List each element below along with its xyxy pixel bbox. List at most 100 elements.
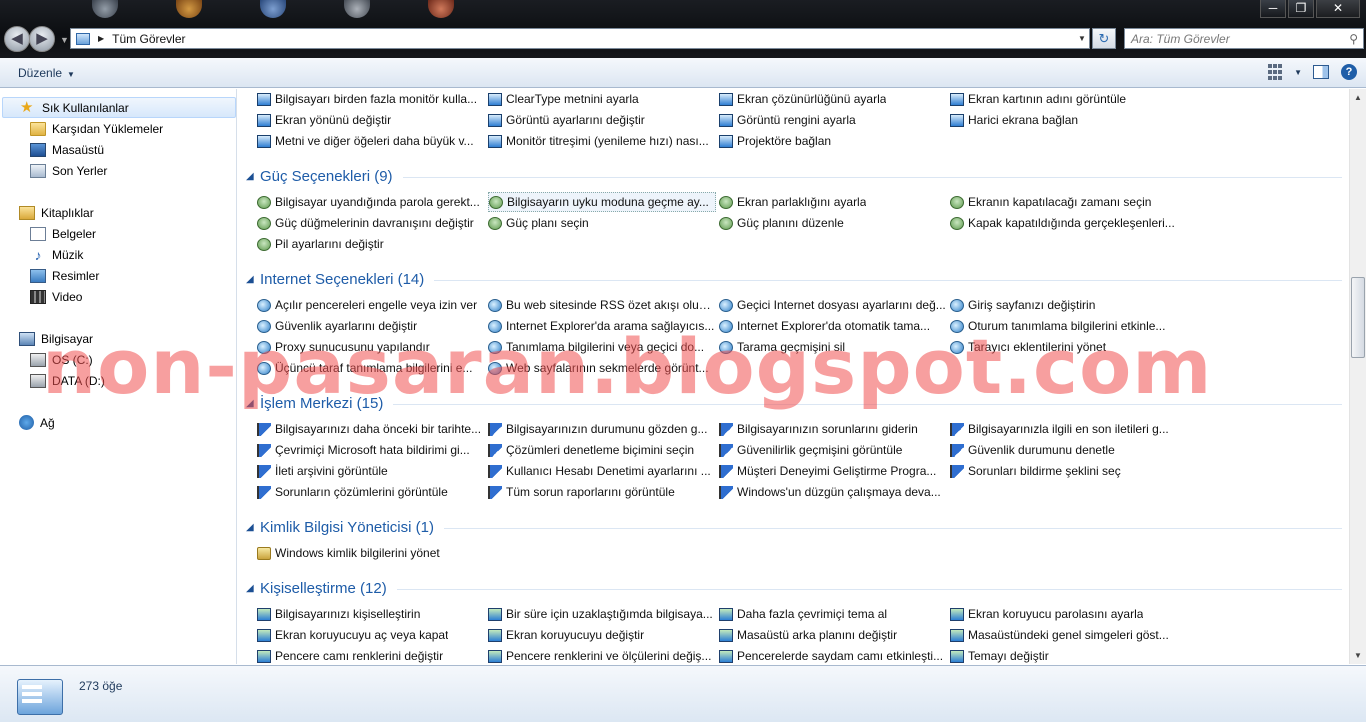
task-item[interactable]: Ekran koruyucuyu aç veya kapat [257,625,485,645]
nav-item-downloads[interactable]: Karşıdan Yüklemeler [30,118,163,139]
task-item[interactable]: Web sayfalarının sekmelerde görünt... [488,358,716,378]
group-header[interactable]: ◢ Internet Seçenekleri (14) [246,268,1342,290]
scroll-down-icon[interactable]: ▼ [1350,647,1366,664]
task-item[interactable]: Masaüstü arka planını değiştir [719,625,947,645]
task-item[interactable]: Ekran çözünürlüğünü ayarla [719,89,947,109]
task-item[interactable]: Ekran parlaklığını ayarla [719,192,947,212]
breadcrumb-arrow-icon[interactable]: ▶ [98,34,104,43]
task-item[interactable]: Harici ekrana bağlan [950,110,1178,130]
nav-item-desktop[interactable]: Masaüstü [30,139,104,160]
close-button[interactable]: ✕ [1316,0,1360,18]
task-item[interactable]: Görüntü rengini ayarla [719,110,947,130]
task-item[interactable]: Çevrimiçi Microsoft hata bildirimi gi... [257,440,485,460]
breadcrumb-current[interactable]: Tüm Görevler [112,32,185,46]
task-item[interactable]: Güç düğmelerinin davranışını değiştir [257,213,485,233]
task-item[interactable]: Bilgisayarınızla ilgili en son iletileri… [950,419,1178,439]
task-item[interactable]: Oturum tanımlama bilgilerini etkinle... [950,316,1178,336]
task-item[interactable]: Güvenlik durumunu denetle [950,440,1178,460]
address-bar[interactable]: ▶ Tüm Görevler ▼ [70,28,1090,49]
task-item[interactable]: Güvenilirlik geçmişini görüntüle [719,440,947,460]
group-title[interactable]: Kimlik Bilgisi Yöneticisi (1) [260,519,434,536]
group-header[interactable]: ◢ Kimlik Bilgisi Yöneticisi (1) [246,516,1342,538]
nav-item-documents[interactable]: Belgeler [30,223,96,244]
task-item[interactable]: Bilgisayarın uyku moduna geçme ay... [488,192,716,212]
task-item[interactable]: Görüntü ayarlarını değiştir [488,110,716,130]
group-header[interactable]: ◢ Güç Seçenekleri (9) [246,165,1342,187]
collapse-chevron-icon[interactable]: ◢ [246,583,260,594]
taskbar-icon[interactable] [92,0,118,18]
task-item[interactable]: Çözümleri denetleme biçimini seçin [488,440,716,460]
task-item[interactable]: Güvenlik ayarlarını değiştir [257,316,485,336]
group-title[interactable]: Internet Seçenekleri (14) [260,271,424,288]
refresh-button[interactable]: ↻ [1092,28,1116,49]
task-item[interactable]: Bilgisayarınızı kişiselleştirin [257,604,485,624]
group-title[interactable]: İşlem Merkezi (15) [260,395,383,412]
task-item[interactable]: Temayı değiştir [950,646,1178,664]
nav-libraries[interactable]: Kitaplıklar [19,202,94,223]
search-input[interactable]: Ara: Tüm Görevler ⚲ [1124,28,1364,49]
back-button[interactable]: ◀ [4,26,30,52]
preview-pane-button[interactable] [1312,63,1330,81]
forward-button[interactable]: ▶ [29,26,55,52]
task-item[interactable]: Internet Explorer'da otomatik tama... [719,316,947,336]
view-dropdown-icon[interactable]: ▼ [1294,68,1302,77]
nav-item-pictures[interactable]: Resimler [30,265,99,286]
nav-network[interactable]: Ağ [19,412,55,433]
task-item[interactable]: Masaüstündeki genel simgeleri göst... [950,625,1178,645]
maximize-button[interactable]: ❐ [1288,0,1314,18]
task-item[interactable]: Üçüncü taraf tanımlama bilgilerini e... [257,358,485,378]
task-item[interactable]: Windows'un düzgün çalışmaya deva... [719,482,947,502]
task-item[interactable]: Ekran yönünü değiştir [257,110,485,130]
task-item[interactable]: Tanımlama bilgilerini veya geçici do... [488,337,716,357]
nav-item-recent-places[interactable]: Son Yerler [30,160,107,181]
group-header[interactable]: ◢ İşlem Merkezi (15) [246,392,1342,414]
task-item[interactable]: Monitör titreşimi (yenileme hızı) nası..… [488,131,716,151]
minimize-button[interactable]: ─ [1260,0,1286,18]
task-item[interactable]: Windows kimlik bilgilerini yönet [257,543,485,563]
task-item[interactable]: Geçici Internet dosyası ayarlarını değ..… [719,295,947,315]
task-item[interactable]: Daha fazla çevrimiçi tema al [719,604,947,624]
task-item[interactable]: Metni ve diğer öğeleri daha büyük v... [257,131,485,151]
task-item[interactable]: Bilgisayarınızın durumunu gözden g... [488,419,716,439]
task-item[interactable]: Tarama geçmişini sil [719,337,947,357]
change-view-icon[interactable] [1266,63,1284,81]
task-item[interactable]: Güç planı seçin [488,213,716,233]
task-item[interactable]: Ekran kartının adını görüntüle [950,89,1178,109]
task-item[interactable]: Güç planını düzenle [719,213,947,233]
task-item[interactable]: Tüm sorun raporlarını görüntüle [488,482,716,502]
task-item[interactable]: Tarayıcı eklentilerini yönet [950,337,1178,357]
taskbar-icon[interactable] [176,0,202,18]
task-item[interactable]: Bilgisayarınızın sorunlarını giderin [719,419,947,439]
group-header[interactable]: ◢ Kişiselleştirme (12) [246,577,1342,599]
task-item[interactable]: Bilgisayar uyandığında parola gerekt... [257,192,485,212]
taskbar-icon[interactable] [428,0,454,18]
task-item[interactable]: Proxy sunucusunu yapılandır [257,337,485,357]
task-item[interactable]: Pencere renklerini ve ölçülerini değiş..… [488,646,716,664]
task-item[interactable]: Kapak kapatıldığında gerçekleşenleri... [950,213,1178,233]
task-item[interactable]: Projektöre bağlan [719,131,947,151]
task-item[interactable]: Ekran koruyucuyu değiştir [488,625,716,645]
nav-computer[interactable]: Bilgisayar [19,328,93,349]
task-item[interactable]: Pil ayarlarını değiştir [257,234,485,254]
nav-favorites[interactable]: ★ Sık Kullanılanlar [2,97,236,118]
task-item[interactable]: Ekranın kapatılacağı zamanı seçin [950,192,1178,212]
taskbar-icon[interactable] [344,0,370,18]
address-dropdown-icon[interactable]: ▼ [1075,29,1089,48]
task-item[interactable]: Pencerelerde saydam camı etkinleşti... [719,646,947,664]
task-item[interactable]: Bilgisayarınızı daha önceki bir tarihte.… [257,419,485,439]
nav-item-music[interactable]: ♪ Müzik [30,244,84,265]
task-item[interactable]: Kullanıcı Hesabı Denetimi ayarlarını ... [488,461,716,481]
collapse-chevron-icon[interactable]: ◢ [246,398,260,409]
task-item[interactable]: Müşteri Deneyimi Geliştirme Progra... [719,461,947,481]
task-item[interactable]: Açılır pencereleri engelle veya izin ver [257,295,485,315]
scroll-thumb[interactable] [1351,277,1365,358]
task-item[interactable]: Pencere camı renklerini değiştir [257,646,485,664]
task-item[interactable]: İleti arşivini görüntüle [257,461,485,481]
task-item[interactable]: Giriş sayfanızı değiştirin [950,295,1178,315]
task-item[interactable]: Bir süre için uzaklaştığımda bilgisaya..… [488,604,716,624]
group-title[interactable]: Güç Seçenekleri (9) [260,168,393,185]
collapse-chevron-icon[interactable]: ◢ [246,522,260,533]
task-item[interactable]: Sorunların çözümlerini görüntüle [257,482,485,502]
vertical-scrollbar[interactable]: ▲ ▼ [1349,89,1366,664]
help-button[interactable]: ? [1340,63,1358,81]
